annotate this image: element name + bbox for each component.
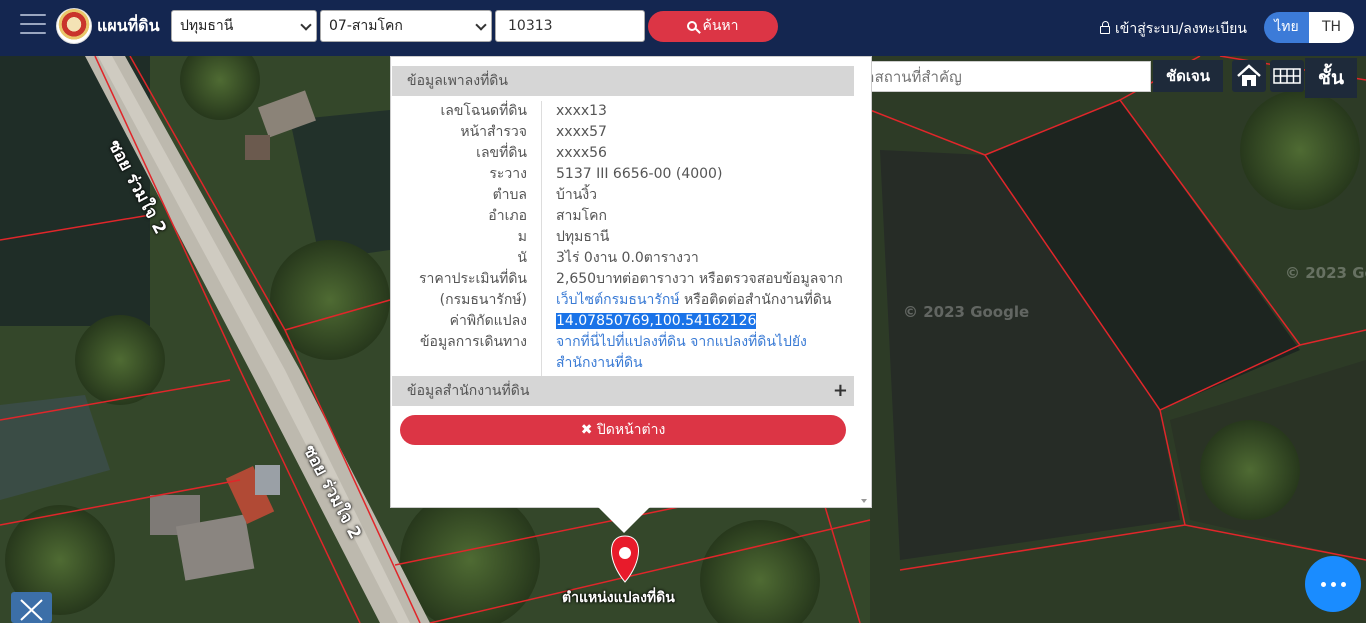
land-office-section-title: ข้อมูลสำนักงานที่ดิน — [407, 383, 530, 399]
province-select[interactable]: ปทุมธานี — [171, 10, 317, 42]
measure-tool-button[interactable] — [11, 592, 52, 623]
menu-icon[interactable] — [20, 14, 46, 36]
info-value: 14.07850769,100.54162126 — [556, 311, 856, 332]
clear-button[interactable]: ชัดเจน — [1153, 60, 1223, 92]
info-label: ราคาประเมินที่ดิน (กรมธนารักษ์) — [392, 269, 531, 311]
info-value: บ้านงิ้ว — [556, 187, 598, 203]
login-register-link[interactable]: เข้าสู่ระบบ/ลงทะเบียน — [1100, 18, 1247, 40]
appraisal-price-row: ราคาประเมินที่ดิน (กรมธนารักษ์) 2,650บาท… — [392, 269, 854, 311]
search-button-label: ค้นหา — [702, 18, 739, 34]
home-button[interactable] — [1232, 60, 1266, 92]
info-label: ตำบล — [492, 187, 527, 203]
search-icon — [687, 21, 698, 31]
info-value: 3ไร่ 0งาน 0.0ตารางวา — [556, 250, 699, 266]
district-select[interactable]: 07-สามโคก — [320, 10, 492, 42]
layers-button[interactable]: ชั้น — [1305, 58, 1357, 98]
search-button[interactable]: ค้นหา — [648, 11, 778, 42]
info-label: เลขที่ดิน — [476, 145, 527, 161]
language-en-button[interactable]: TH — [1309, 12, 1354, 43]
land-office-section-header[interactable]: ข้อมูลสำนักงานที่ดิน + — [392, 376, 854, 406]
info-value: xxxx56 — [556, 145, 607, 161]
dot-icon — [1331, 582, 1336, 587]
info-label: ค่าพิกัดแปลง — [449, 313, 527, 329]
info-label: ม — [517, 229, 527, 245]
price-value: 2,650บาทต่อตารางวา หรือตรวจสอบข้อมูลจาก — [556, 271, 843, 287]
treasury-website-link[interactable]: เว็บไซต์กรมธนารักษ์ — [556, 292, 680, 308]
close-window-button[interactable]: ✖ ปิดหน้าต่าง — [400, 415, 846, 445]
province-select-value: ปทุมธานี — [180, 18, 234, 34]
top-navigation-bar: แผนที่ดิน ปทุมธานี 07-สามโคก ค้นหา เข้าส… — [0, 0, 1366, 56]
parcel-info-popup: ข้อมูลเพาลงที่ดิน เลขโฉนดที่ดิน xxxx13 ห… — [390, 56, 872, 508]
map-watermark: © 2023 Google — [903, 303, 1030, 321]
chevron-down-icon — [300, 19, 312, 31]
info-label: ข้อมูลการเดินทาง — [419, 334, 527, 350]
parcel-location-label: ตำแหน่งแปลงที่ดิน — [562, 590, 675, 606]
home-icon — [1237, 64, 1261, 86]
lock-icon — [1100, 21, 1110, 34]
info-value: 5137 III 6656-00 (4000) — [556, 166, 723, 182]
info-label: นั — [517, 250, 527, 266]
grid-button[interactable] — [1270, 60, 1304, 92]
more-options-button[interactable] — [1305, 556, 1361, 612]
info-value: ปทุมธานี — [556, 229, 610, 245]
directions-to-parcel-link[interactable]: จากที่นี่ไปที่แปลงที่ดิน — [556, 334, 686, 350]
price-label: ราคาประเมินที่ดิน — [418, 271, 527, 287]
info-value: จากที่นี่ไปที่แปลงที่ดิน จากแปลงที่ดินไป… — [556, 332, 856, 374]
map-watermark: © 2023 Goo — [1285, 264, 1366, 282]
grid-icon — [1273, 68, 1301, 84]
close-window-label: ปิดหน้าต่าง — [596, 422, 666, 438]
close-icon: ✖ — [580, 422, 593, 438]
info-label: ระวาง — [489, 166, 527, 182]
ruler-pencil-icon — [20, 599, 43, 621]
price-label-source: (กรมธนารักษ์) — [439, 292, 527, 308]
department-logo — [56, 8, 92, 44]
dot-icon — [1341, 582, 1346, 587]
dot-icon — [1321, 582, 1326, 587]
info-label: เลขโฉนดที่ดิน — [440, 103, 527, 119]
info-value: 2,650บาทต่อตารางวา หรือตรวจสอบข้อมูลจาก … — [556, 269, 856, 311]
place-search-input[interactable] — [831, 61, 1151, 92]
deed-number-input[interactable] — [495, 10, 645, 42]
price-suffix: หรือติดต่อสำนักงานที่ดิน — [679, 292, 832, 308]
language-thai-button[interactable]: ไทย — [1264, 12, 1309, 43]
coordinate-value[interactable]: 14.07850769,100.54162126 — [556, 313, 757, 329]
info-value: xxxx57 — [556, 124, 607, 140]
chevron-down-icon — [475, 19, 487, 31]
info-label: อำเภอ — [488, 208, 527, 224]
info-value: สามโคก — [556, 208, 607, 224]
login-label: เข้าสู่ระบบ/ลงทะเบียน — [1115, 21, 1247, 37]
travel-row: ข้อมูลการเดินทาง จากที่นี่ไปที่แปลงที่ดิ… — [392, 332, 854, 374]
info-value: xxxx13 — [556, 103, 607, 119]
popup-pointer — [598, 507, 650, 533]
app-title: แผนที่ดิน — [97, 16, 160, 35]
expand-plus-icon[interactable]: + — [833, 376, 848, 406]
parcel-info-section-header[interactable]: ข้อมูลเพาลงที่ดิน — [392, 66, 854, 96]
district-select-value: 07-สามโคก — [329, 18, 403, 34]
info-label: หน้าสำรวจ — [460, 124, 527, 140]
scroll-down-icon[interactable] — [861, 499, 867, 503]
